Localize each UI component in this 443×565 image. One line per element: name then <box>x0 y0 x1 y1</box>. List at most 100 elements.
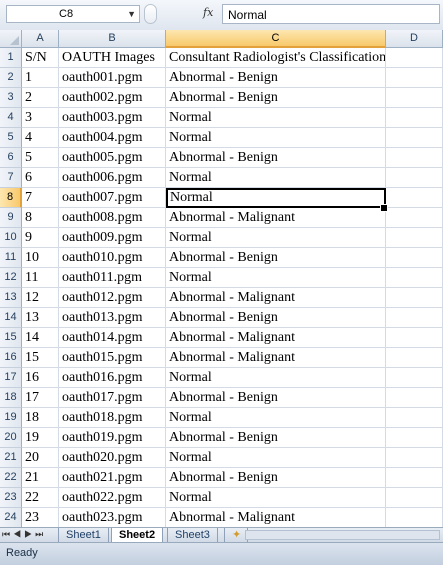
cell-d[interactable] <box>386 428 443 448</box>
cell-a[interactable]: 18 <box>22 408 59 428</box>
cell-d[interactable] <box>386 148 443 168</box>
row-header[interactable]: 5 <box>0 128 22 148</box>
cell-d[interactable] <box>386 388 443 408</box>
row-header[interactable]: 7 <box>0 168 22 188</box>
cell-c[interactable]: Normal <box>166 408 386 428</box>
cell-a[interactable]: 20 <box>22 448 59 468</box>
chevron-down-icon[interactable]: ▼ <box>127 9 136 19</box>
cell-c[interactable]: Consultant Radiologist's Classification <box>166 48 386 68</box>
cell-b[interactable]: oauth021.pgm <box>59 468 166 488</box>
cell-c[interactable]: Abnormal - Malignant <box>166 348 386 368</box>
insert-function-icon[interactable]: fx <box>203 6 213 19</box>
cell-a[interactable]: 13 <box>22 308 59 328</box>
row-header[interactable]: 24 <box>0 508 22 528</box>
row-header[interactable]: 11 <box>0 248 22 268</box>
cell-d[interactable] <box>386 348 443 368</box>
cell-c[interactable]: Normal <box>166 108 386 128</box>
cell-c[interactable]: Abnormal - Benign <box>166 148 386 168</box>
cell-c[interactable]: Normal <box>166 268 386 288</box>
row-header[interactable]: 18 <box>0 388 22 408</box>
cell-a[interactable]: 19 <box>22 428 59 448</box>
cell-c[interactable]: Abnormal - Malignant <box>166 208 386 228</box>
cell-c[interactable]: Abnormal - Benign <box>166 428 386 448</box>
row-header[interactable]: 14 <box>0 308 22 328</box>
cell-b[interactable]: oauth002.pgm <box>59 88 166 108</box>
cell-d[interactable] <box>386 128 443 148</box>
cell-b[interactable]: oauth006.pgm <box>59 168 166 188</box>
cell-b[interactable]: oauth005.pgm <box>59 148 166 168</box>
row-header[interactable]: 16 <box>0 348 22 368</box>
cell-d[interactable] <box>386 468 443 488</box>
cell-d[interactable] <box>386 208 443 228</box>
cell-c[interactable]: Normal <box>166 128 386 148</box>
row-header[interactable]: 15 <box>0 328 22 348</box>
cell-a[interactable]: 7 <box>22 188 59 208</box>
select-all-button[interactable] <box>0 30 22 48</box>
cell-b[interactable]: oauth020.pgm <box>59 448 166 468</box>
cell-d[interactable] <box>386 108 443 128</box>
cell-b[interactable]: oauth023.pgm <box>59 508 166 528</box>
cell-d[interactable] <box>386 488 443 508</box>
cell-c[interactable]: Abnormal - Malignant <box>166 328 386 348</box>
row-header[interactable]: 19 <box>0 408 22 428</box>
cell-c[interactable]: Normal <box>166 228 386 248</box>
cell-a[interactable]: 11 <box>22 268 59 288</box>
cell-a[interactable]: 8 <box>22 208 59 228</box>
cell-a[interactable]: 4 <box>22 128 59 148</box>
row-header[interactable]: 22 <box>0 468 22 488</box>
cell-a[interactable]: 5 <box>22 148 59 168</box>
cell-a[interactable]: 14 <box>22 328 59 348</box>
cell-d[interactable] <box>386 308 443 328</box>
cell-b[interactable]: oauth012.pgm <box>59 288 166 308</box>
cell-c[interactable]: Normal <box>166 168 386 188</box>
cell-d[interactable] <box>386 508 443 528</box>
cell-b[interactable]: oauth016.pgm <box>59 368 166 388</box>
cell-c[interactable]: Abnormal - Benign <box>166 68 386 88</box>
cell-a[interactable]: 3 <box>22 108 59 128</box>
row-header[interactable]: 9 <box>0 208 22 228</box>
cell-b[interactable]: oauth010.pgm <box>59 248 166 268</box>
row-header[interactable]: 20 <box>0 428 22 448</box>
cell-b[interactable]: oauth004.pgm <box>59 128 166 148</box>
cell-d[interactable] <box>386 88 443 108</box>
cell-a[interactable]: S/N <box>22 48 59 68</box>
cell-b[interactable]: oauth019.pgm <box>59 428 166 448</box>
cell-b[interactable]: OAUTH Images <box>59 48 166 68</box>
cell-a[interactable]: 6 <box>22 168 59 188</box>
sheet-nav-buttons[interactable]: ⏮◀▶⏭ <box>2 529 46 540</box>
column-header-a[interactable]: A <box>22 30 59 48</box>
cell-d[interactable] <box>386 48 443 68</box>
cell-a[interactable]: 16 <box>22 368 59 388</box>
cell-c[interactable]: Abnormal - Benign <box>166 88 386 108</box>
cell-a[interactable]: 21 <box>22 468 59 488</box>
cell-d[interactable] <box>386 268 443 288</box>
column-header-b[interactable]: B <box>59 30 166 48</box>
row-header[interactable]: 1 <box>0 48 22 68</box>
cell-c[interactable]: Abnormal - Benign <box>166 388 386 408</box>
row-header[interactable]: 13 <box>0 288 22 308</box>
cell-b[interactable]: oauth011.pgm <box>59 268 166 288</box>
cell-c[interactable]: Abnormal - Benign <box>166 468 386 488</box>
cell-d[interactable] <box>386 168 443 188</box>
cell-b[interactable]: oauth015.pgm <box>59 348 166 368</box>
row-header[interactable]: 17 <box>0 368 22 388</box>
column-header-d[interactable]: D <box>386 30 443 48</box>
cell-a[interactable]: 15 <box>22 348 59 368</box>
cell-d[interactable] <box>386 188 443 208</box>
cell-b[interactable]: oauth018.pgm <box>59 408 166 428</box>
row-header[interactable]: 21 <box>0 448 22 468</box>
row-header[interactable]: 10 <box>0 228 22 248</box>
cell-b[interactable]: oauth008.pgm <box>59 208 166 228</box>
cell-d[interactable] <box>386 288 443 308</box>
cell-c[interactable]: Normal <box>166 188 386 208</box>
tab-sheet3[interactable]: Sheet3 <box>167 528 218 542</box>
cell-a[interactable]: 22 <box>22 488 59 508</box>
fill-handle[interactable] <box>380 204 388 212</box>
cell-d[interactable] <box>386 408 443 428</box>
cell-a[interactable]: 23 <box>22 508 59 528</box>
cell-c[interactable]: Abnormal - Benign <box>166 308 386 328</box>
cell-c[interactable]: Abnormal - Benign <box>166 248 386 268</box>
cell-b[interactable]: oauth017.pgm <box>59 388 166 408</box>
cell-b[interactable]: oauth013.pgm <box>59 308 166 328</box>
row-header[interactable]: 8 <box>0 188 22 208</box>
